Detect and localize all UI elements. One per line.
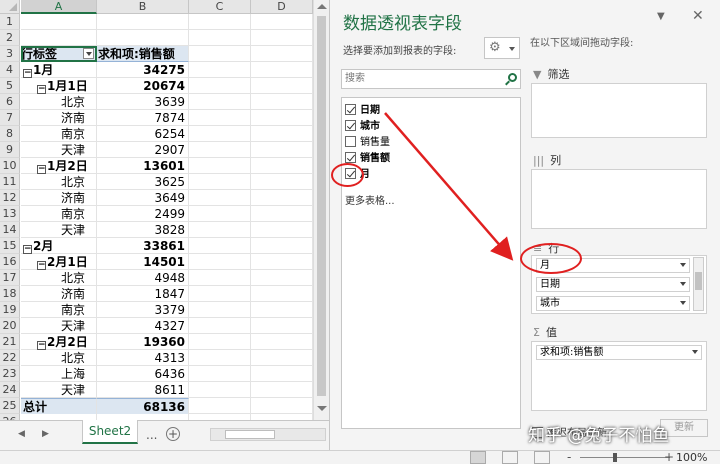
annotation-arrow — [384, 112, 514, 261]
watermark: 知乎 @兔子不怕鱼 — [528, 426, 670, 446]
